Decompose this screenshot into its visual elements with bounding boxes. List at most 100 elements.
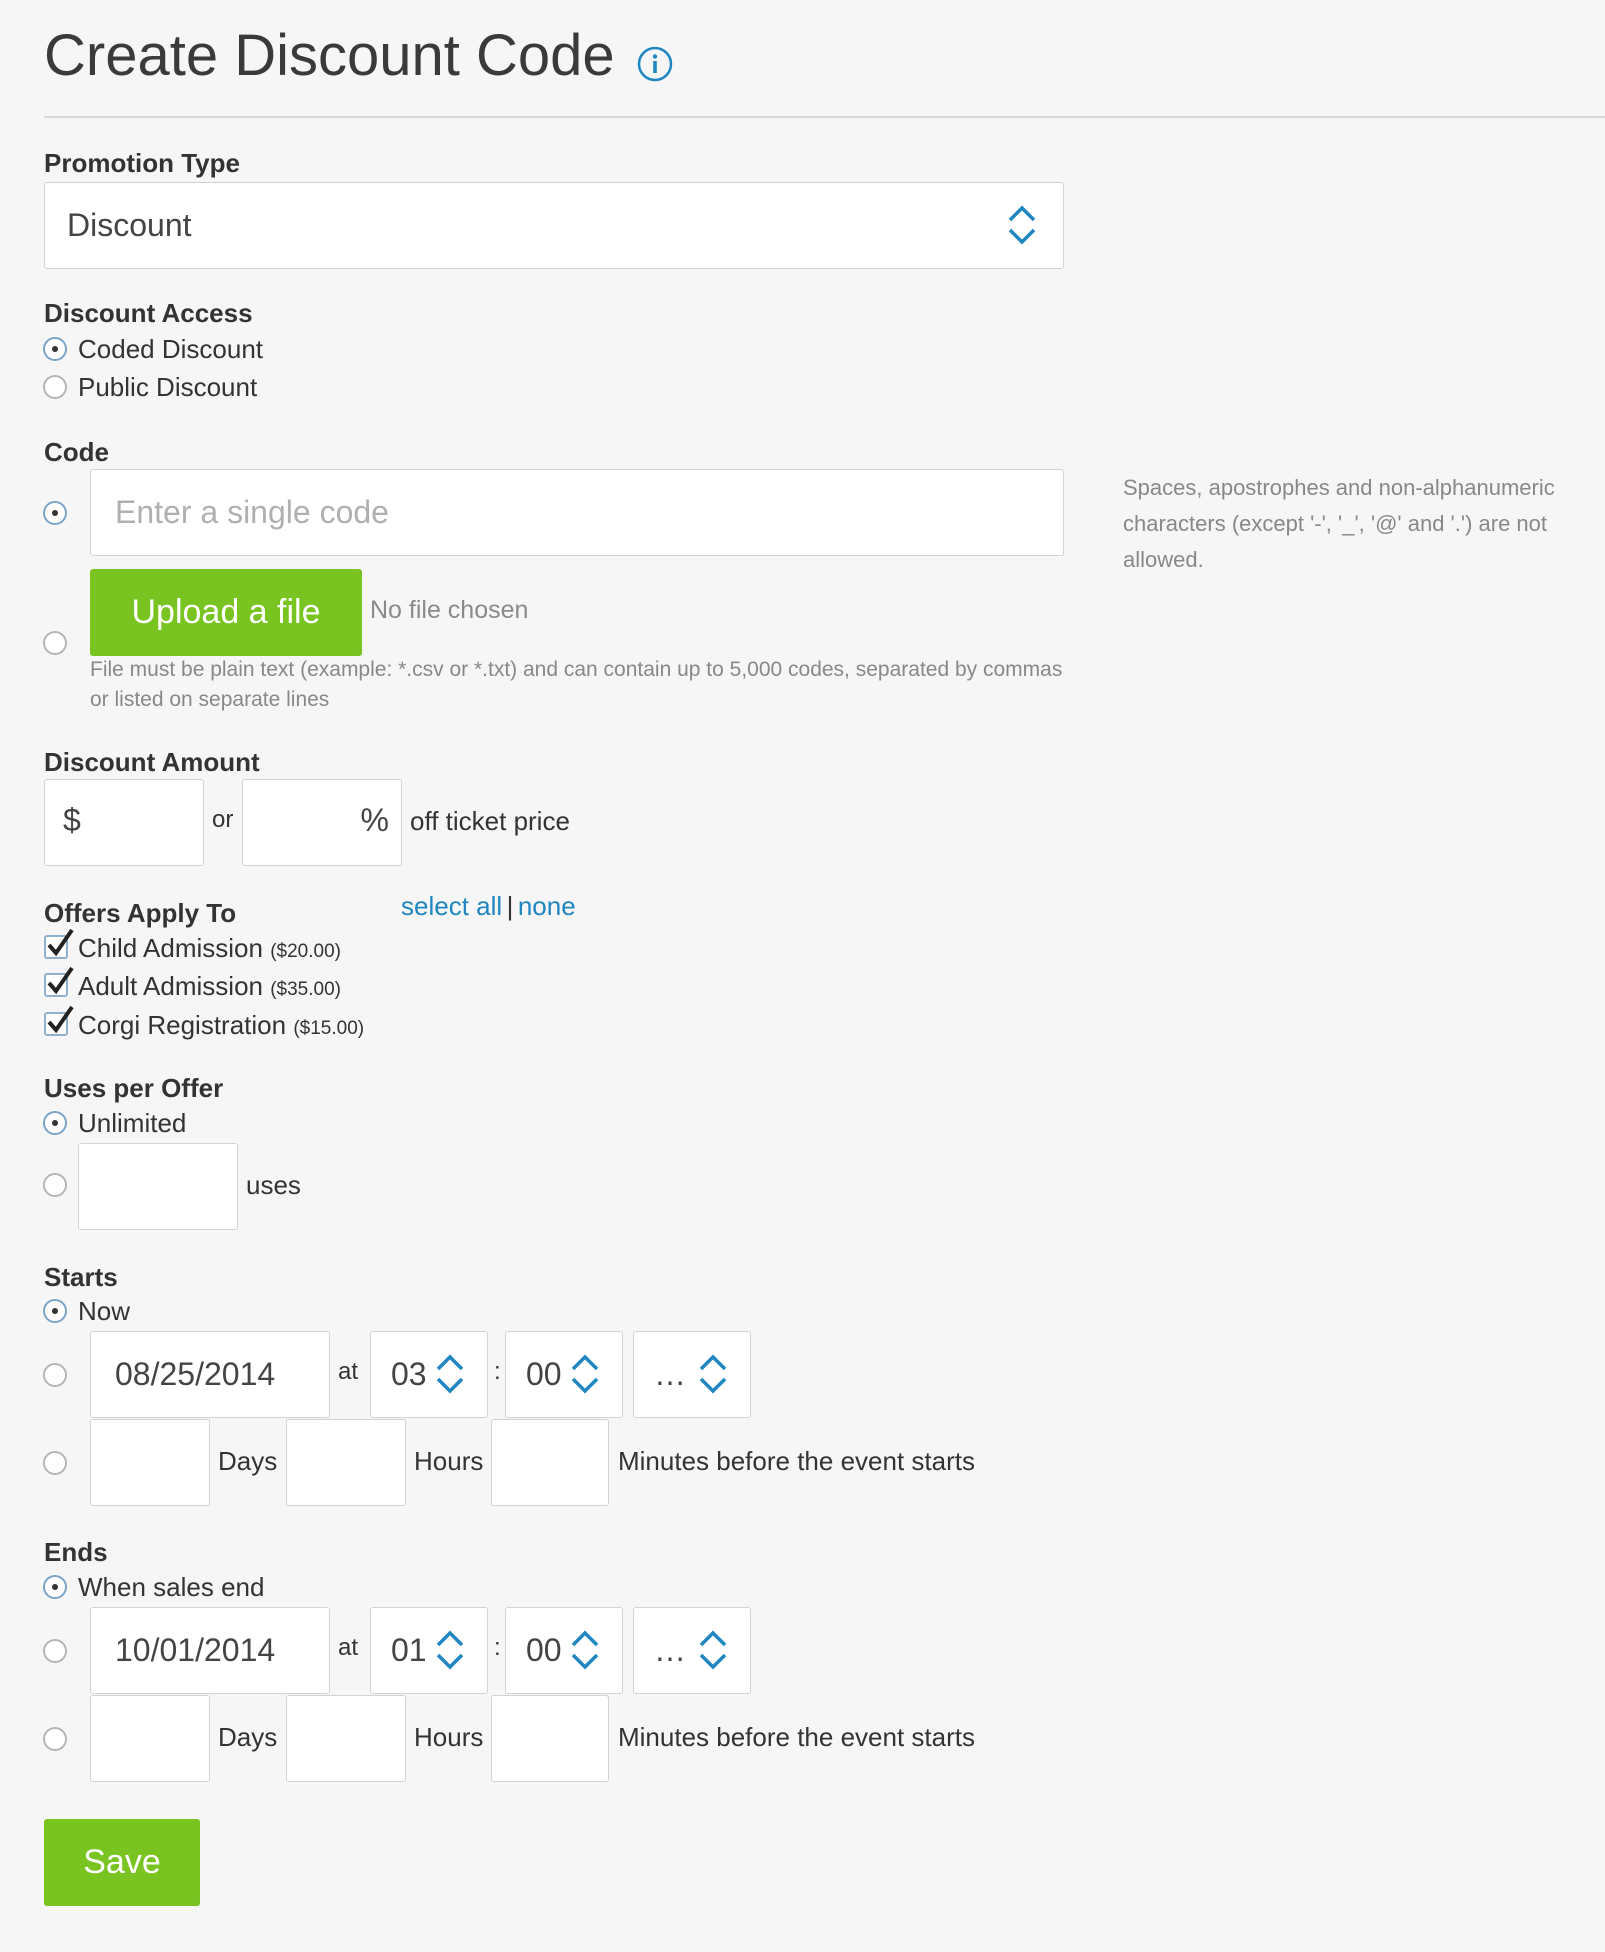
off-ticket-price-text: off ticket price: [410, 806, 570, 836]
coded-discount-label: Coded Discount: [78, 334, 263, 364]
discount-amount-label: Discount Amount: [44, 747, 260, 777]
ends-days-input[interactable]: [90, 1695, 210, 1782]
code-help-text: Spaces, apostrophes and non-alphanumeric…: [1123, 475, 1555, 572]
starts-minute-select[interactable]: 00: [505, 1331, 623, 1418]
ends-days-label: Days: [218, 1722, 278, 1752]
coded-discount-radio[interactable]: [43, 337, 67, 361]
select-none-link[interactable]: none: [518, 891, 576, 921]
starts-date-radio[interactable]: [43, 1363, 67, 1387]
code-label: Code: [44, 437, 109, 467]
starts-date-input[interactable]: 08/25/2014: [90, 1331, 330, 1418]
starts-hour-select[interactable]: 03: [370, 1331, 488, 1418]
starts-ampm-select[interactable]: …: [633, 1331, 751, 1418]
ends-minute-select[interactable]: 00: [505, 1607, 623, 1694]
up-down-chevron-icon: [571, 1630, 599, 1670]
offer-price: ($15.00): [293, 1018, 365, 1039]
ends-date-input[interactable]: 10/01/2014: [90, 1607, 330, 1694]
ends-relative-radio[interactable]: [43, 1727, 67, 1751]
starts-now-radio[interactable]: [43, 1299, 67, 1323]
promotion-type-select[interactable]: Discount: [44, 182, 1064, 269]
amount-percent-input[interactable]: %: [242, 779, 402, 866]
up-down-chevron-icon: [571, 1354, 599, 1394]
link-separator: |: [506, 891, 514, 921]
select-links: select all | none: [401, 891, 576, 922]
uses-per-offer-label: Uses per Offer: [44, 1073, 224, 1103]
starts-label: Starts: [44, 1262, 118, 1292]
upload-file-button[interactable]: Upload a file: [90, 569, 362, 656]
ends-minute-value: 00: [526, 1632, 562, 1668]
up-down-chevron-icon: [1008, 205, 1036, 245]
dollar-symbol: $: [63, 802, 81, 838]
promotion-type-value: Discount: [67, 207, 192, 243]
ends-ampm-value: …: [654, 1632, 686, 1668]
ends-colon: :: [494, 1634, 501, 1661]
promotion-type-label: Promotion Type: [44, 148, 240, 178]
public-discount-label: Public Discount: [78, 372, 258, 402]
ends-when-sales-end-radio[interactable]: [43, 1575, 67, 1599]
unlimited-uses-radio[interactable]: [43, 1111, 67, 1135]
starts-days-label: Days: [218, 1446, 278, 1476]
checkmark-icon: [47, 1005, 74, 1034]
ends-minutes-input[interactable]: [491, 1695, 609, 1782]
checkmark-icon: [47, 928, 74, 957]
starts-at-text: at: [338, 1358, 359, 1385]
up-down-chevron-icon: [699, 1630, 727, 1670]
starts-hour-value: 03: [391, 1356, 427, 1392]
ends-at-text: at: [338, 1634, 359, 1661]
percent-symbol: %: [360, 802, 389, 838]
discount-access-label: Discount Access: [44, 298, 253, 328]
ends-when-sales-end-label: When sales end: [78, 1572, 265, 1602]
amount-dollar-input[interactable]: $: [44, 779, 204, 866]
info-icon[interactable]: [637, 46, 673, 82]
ends-hour-select[interactable]: 01: [370, 1607, 488, 1694]
ends-date-value: 10/01/2014: [115, 1632, 276, 1668]
single-code-radio[interactable]: [43, 501, 67, 525]
upload-code-radio[interactable]: [43, 631, 67, 655]
offer-name: Child Admission: [78, 933, 263, 963]
offer-name: Adult Admission: [78, 971, 263, 1001]
starts-colon: :: [494, 1358, 501, 1385]
uses-count-input[interactable]: [78, 1143, 238, 1230]
up-down-chevron-icon: [436, 1354, 464, 1394]
ends-hours-input[interactable]: [286, 1695, 406, 1782]
starts-relative-radio[interactable]: [43, 1451, 67, 1475]
starts-minutes-input[interactable]: [491, 1419, 609, 1506]
uses-suffix: uses: [246, 1170, 301, 1200]
ends-hour-value: 01: [391, 1632, 427, 1668]
page-title: Create Discount Code: [44, 23, 615, 88]
offer-price: ($20.00): [270, 941, 341, 962]
file-note-text: File must be plain text (example: *.csv …: [90, 658, 1063, 711]
ends-minutes-label: Minutes before the event starts: [618, 1722, 975, 1752]
offer-name: Corgi Registration: [78, 1010, 287, 1040]
starts-ampm-value: …: [654, 1356, 686, 1392]
single-code-placeholder: Enter a single code: [115, 494, 389, 530]
up-down-chevron-icon: [699, 1354, 727, 1394]
starts-hours-label: Hours: [414, 1446, 484, 1476]
starts-now-label: Now: [78, 1296, 131, 1326]
create-discount-page: Create Discount Code Promotion Type Disc…: [0, 0, 1605, 1952]
starts-minutes-label: Minutes before the event starts: [618, 1446, 975, 1476]
save-button[interactable]: Save: [44, 1819, 200, 1906]
starts-hours-input[interactable]: [286, 1419, 406, 1506]
ends-date-radio[interactable]: [43, 1639, 67, 1663]
public-discount-radio[interactable]: [43, 375, 67, 399]
or-text: or: [212, 806, 234, 833]
up-down-chevron-icon: [436, 1630, 464, 1670]
select-all-link[interactable]: select all: [401, 891, 502, 921]
ends-label: Ends: [44, 1537, 108, 1567]
starts-days-input[interactable]: [90, 1419, 210, 1506]
limited-uses-radio[interactable]: [43, 1173, 67, 1197]
offer-price: ($35.00): [270, 979, 341, 1000]
ends-ampm-select[interactable]: …: [633, 1607, 751, 1694]
ends-hours-label: Hours: [414, 1722, 484, 1752]
offer-item: Corgi Registration ($15.00): [78, 1010, 364, 1041]
offers-apply-label: Offers Apply To: [44, 898, 237, 928]
offer-item: Adult Admission ($35.00): [78, 971, 341, 1002]
checkmark-icon: [47, 966, 74, 995]
offer-item: Child Admission ($20.00): [78, 933, 341, 964]
starts-minute-value: 00: [526, 1356, 562, 1392]
no-file-chosen-text: No file chosen: [370, 596, 529, 624]
single-code-input[interactable]: Enter a single code: [90, 469, 1064, 556]
unlimited-label: Unlimited: [78, 1108, 187, 1138]
starts-date-value: 08/25/2014: [115, 1356, 276, 1392]
